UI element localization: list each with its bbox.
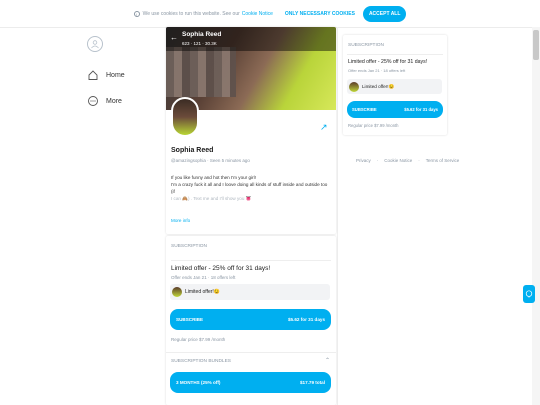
cover-image: ← Sophia Reed 623 · 121 · 30.3K	[166, 27, 336, 110]
subscription-card: SUBSCRIPTION Limited offer - 25% off for…	[166, 236, 336, 405]
offer-subtitle: Offer ends Jan 21 · 18 offers left	[171, 275, 236, 280]
bio-line: I'm a crazy fuck it all and I loove doin…	[171, 182, 328, 194]
divider	[171, 260, 331, 261]
scrollbar-thumb[interactable]	[533, 30, 539, 60]
divider	[166, 352, 336, 353]
only-necessary-cookies-button[interactable]: ONLY NECESSARY COOKIES	[285, 11, 355, 17]
terms-link[interactable]: Terms of Service	[426, 158, 460, 163]
profile-handle: @amazingsophia · Seen 5 minutes ago	[171, 158, 250, 163]
offer-message: Limited offer!😉	[170, 284, 330, 300]
subscription-label: SUBSCRIPTION	[348, 43, 384, 48]
offer-title: Limited offer - 25% off for 31 days!	[171, 265, 271, 272]
profile-card: ← Sophia Reed 623 · 121 · 30.3K ↗ Sophia…	[166, 27, 336, 234]
profile-name: Sophia Reed	[171, 147, 214, 154]
more-info-link[interactable]: More info	[171, 218, 190, 223]
offer-message-text: Limited offer!😉	[362, 83, 395, 89]
bundle-button[interactable]: 3 MONTHS (25% off) $17.79 total	[170, 372, 331, 393]
subscribe-button[interactable]: SUBSCRIBE $5.62 for 31 days	[170, 309, 331, 330]
sidebar-item-label: Home	[106, 71, 125, 79]
bio-line: If you like funny and hot then I'm your …	[171, 175, 256, 180]
cover-name: Sophia Reed	[182, 31, 222, 38]
bundle-label: 3 MONTHS (25% off)	[176, 380, 221, 385]
back-arrow-icon[interactable]: ←	[170, 33, 178, 42]
profile-avatar[interactable]	[171, 97, 199, 137]
subscription-label: SUBSCRIPTION	[171, 244, 207, 249]
cookie-banner: i We use cookies to run this website. Se…	[0, 0, 540, 28]
subscribe-label: SUBSCRIBE	[176, 317, 204, 322]
help-icon	[525, 290, 533, 298]
sidebar: Home More	[84, 36, 154, 120]
separator: ·	[418, 158, 420, 163]
column-divider	[337, 27, 338, 405]
bundle-price: $17.79 total	[299, 380, 325, 385]
floating-help-button[interactable]	[523, 285, 535, 303]
offer-subtitle: Offer ends Jan 21 · 18 offers left	[348, 68, 406, 73]
mini-avatar	[172, 287, 182, 297]
profile-stats: 623 · 121 · 30.3K	[182, 41, 217, 46]
right-subscription-card: SUBSCRIPTION Limited offer - 25% off for…	[343, 35, 447, 135]
subscribe-button[interactable]: SUBSCRIBE $5.62 for 31 days	[347, 101, 443, 118]
cookie-notice-link[interactable]: Cookie Notice	[242, 11, 273, 17]
subscribe-price: $5.62 for 31 days	[287, 317, 325, 322]
regular-price: Regular price $7.99 /month	[171, 337, 226, 342]
scrollbar-track[interactable]	[532, 27, 540, 405]
privacy-link[interactable]: Privacy	[356, 158, 371, 163]
bio-line: I can 🙈) . Text me and I'll show you 👅	[171, 196, 252, 201]
subscribe-price: $5.62 for 31 days	[404, 107, 438, 112]
accept-all-button[interactable]: ACCEPT ALL	[362, 5, 407, 22]
subscribe-label: SUBSCRIBE	[352, 107, 377, 112]
cookie-notice-link[interactable]: Cookie Notice	[384, 158, 412, 163]
separator: ·	[376, 158, 379, 163]
pixelated-area	[166, 47, 236, 97]
info-icon: i	[133, 10, 140, 17]
sidebar-item-label: More	[106, 97, 122, 105]
sidebar-item-more[interactable]: More	[84, 94, 154, 108]
share-icon[interactable]: ↗	[320, 122, 330, 132]
more-icon	[88, 96, 98, 106]
sidebar-item-home[interactable]: Home	[84, 68, 154, 82]
bundles-label: SUBSCRIPTION BUNDLES	[171, 359, 231, 364]
divider	[347, 54, 443, 55]
offer-message-text: Limited offer!😉	[185, 289, 221, 295]
mini-avatar	[349, 81, 359, 92]
user-avatar-icon[interactable]	[87, 36, 103, 52]
offer-message: Limited offer!😉	[347, 79, 442, 94]
chevron-up-icon[interactable]: ⌃	[325, 357, 330, 364]
cookie-text: We use cookies to run this website. See …	[142, 10, 240, 17]
offer-title: Limited offer - 25% off for 31 days!	[348, 59, 428, 65]
regular-price: Regular price $7.99 /month	[348, 123, 399, 128]
footer-links: Privacy · Cookie Notice · Terms of Servi…	[356, 158, 459, 163]
main-column: ← Sophia Reed 623 · 121 · 30.3K ↗ Sophia…	[166, 27, 336, 405]
home-icon	[88, 70, 98, 80]
profile-bio: If you like funny and hot then I'm your …	[171, 174, 331, 202]
